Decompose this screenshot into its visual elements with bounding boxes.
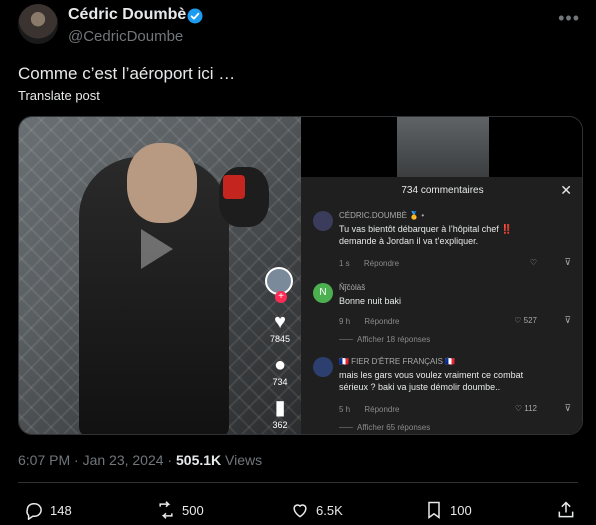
follow-plus-icon: + (275, 291, 287, 303)
more-options-icon[interactable]: ••• (558, 8, 580, 29)
share-button[interactable] (556, 500, 576, 520)
tiktok-comment-count: 734 (272, 377, 288, 387)
comment-time: 5 h (339, 405, 351, 414)
tiktok-action-rail: + ♥ 7845 ● 734 ▮ 362 (265, 267, 295, 430)
commenter-avatar (313, 211, 333, 231)
comments-title: 734 commentaires (401, 185, 484, 196)
comment-like-count: 527 (523, 316, 537, 325)
comment-text: Bonne nuit baki (339, 296, 402, 306)
commenter-avatar: N (313, 283, 333, 303)
tiktok-like-count: 7845 (269, 334, 291, 344)
show-replies-link: Afficher 18 réponses (339, 335, 430, 344)
heart-icon (293, 504, 307, 518)
bookmark-icon (428, 501, 440, 519)
comment-meta: 1 s Répondre (339, 259, 399, 268)
tweet-meta: 6:07 PM · Jan 23, 2024 · 505.1K Views (18, 452, 262, 468)
comment-like-icon: ♡ (529, 258, 537, 267)
tweet-text: Comme c’est l’aéroport ici … (18, 64, 236, 83)
meta-separator: · (163, 452, 176, 468)
reply-link: Répondre (364, 317, 400, 326)
comment-dislike-icon: ⊽ (564, 403, 571, 413)
repost-icon (159, 501, 173, 519)
views-label: Views (221, 452, 263, 468)
comment-item: 🇫🇷 FIER D'ÊTRE FRANÇAIS 🇫🇷 mais les gars… (313, 357, 573, 434)
like-count: 6.5K (316, 502, 343, 518)
fighter-head (127, 143, 197, 223)
heart-icon: ♥ (274, 311, 286, 333)
tiktok-comments-sheet: 734 commentaires ✕ CÉDRIC.DOUMBÈ 🥇 • Tu … (301, 177, 582, 434)
bookmark-icon: ▮ (274, 397, 286, 419)
reply-count: 148 (50, 502, 72, 518)
repost-count: 500 (182, 502, 204, 518)
commenter-avatar (313, 357, 333, 377)
comment-bubble-icon: ● (273, 354, 287, 376)
comment-text: Tu vas bientôt débarquer à l’hôpital che… (339, 224, 513, 246)
comment-item: CÉDRIC.DOUMBÈ 🥇 • Tu vas bientôt débarqu… (313, 211, 573, 271)
author-avatar[interactable] (18, 4, 58, 44)
reply-icon (26, 503, 42, 520)
tweet-header: Cédric Doumbè @CedricDoumbe ••• (18, 4, 588, 48)
video-right-half: 734 commentaires ✕ CÉDRIC.DOUMBÈ 🥇 • Tu … (301, 117, 582, 434)
comment-like: ♡ 112 (514, 404, 537, 413)
video-thumbnail (397, 117, 489, 179)
video-left-half: + ♥ 7845 ● 734 ▮ 362 (19, 117, 301, 434)
tiktok-like: ♥ 7845 (265, 311, 295, 344)
tiktok-creator-avatar: + (265, 267, 293, 303)
repost-button[interactable]: 500 (156, 500, 204, 520)
comment-like-count: 112 (524, 404, 537, 413)
comment-time: 1 s (339, 259, 350, 268)
comment-like: ♡ 527 (514, 316, 537, 325)
translate-post-link[interactable]: Translate post (18, 88, 100, 103)
bookmark-button[interactable]: 100 (424, 500, 472, 520)
show-replies-link: Afficher 65 réponses (339, 423, 430, 432)
reply-link: Répondre (364, 405, 400, 414)
actions-divider (18, 482, 578, 483)
comment-time: 9 h (339, 317, 351, 326)
reply-button[interactable]: 148 (24, 500, 72, 520)
bookmark-count: 100 (450, 502, 472, 518)
close-icon: ✕ (560, 182, 572, 198)
reply-link: Répondre (363, 259, 400, 268)
like-button[interactable]: 6.5K (290, 500, 343, 520)
tiktok-comment: ● 734 (265, 354, 295, 387)
commenter-name: 🇫🇷 FIER D'ÊTRE FRANÇAIS 🇫🇷 (339, 357, 456, 366)
comment-dislike-icon: ⊽ (564, 315, 571, 325)
author-handle[interactable]: @CedricDoumbe (68, 28, 183, 45)
commenter-name: CÉDRIC.DOUMBÈ 🥇 • (339, 211, 425, 220)
tweet-actions-bar: 148 500 6.5K 100 (18, 500, 578, 522)
comment-item: N Ňĵčòlàš Bonne nuit baki 9 h Répondre ♡… (313, 283, 573, 344)
author-name[interactable]: Cédric Doumbè (68, 6, 186, 24)
glove-accent (223, 175, 245, 199)
tiktok-save-count: 362 (272, 420, 288, 430)
comment-dislike-icon: ⊽ (564, 257, 571, 267)
tiktok-save: ▮ 362 (265, 397, 295, 430)
play-icon[interactable] (141, 229, 173, 269)
share-icon (558, 501, 574, 518)
views-count: 505.1K (176, 452, 222, 468)
comment-text: mais les gars vous voulez vraiment ce co… (339, 370, 524, 392)
tweet-timestamp[interactable]: 6:07 PM · Jan 23, 2024 (18, 452, 164, 468)
comment-meta: 9 h Répondre (339, 317, 400, 326)
commenter-name: Ňĵčòlàš (339, 283, 366, 292)
comment-meta: 5 h Répondre (339, 405, 400, 414)
verified-badge-icon (187, 8, 203, 24)
tweet-media-video[interactable]: + ♥ 7845 ● 734 ▮ 362 734 commentaires ✕ … (18, 116, 583, 435)
